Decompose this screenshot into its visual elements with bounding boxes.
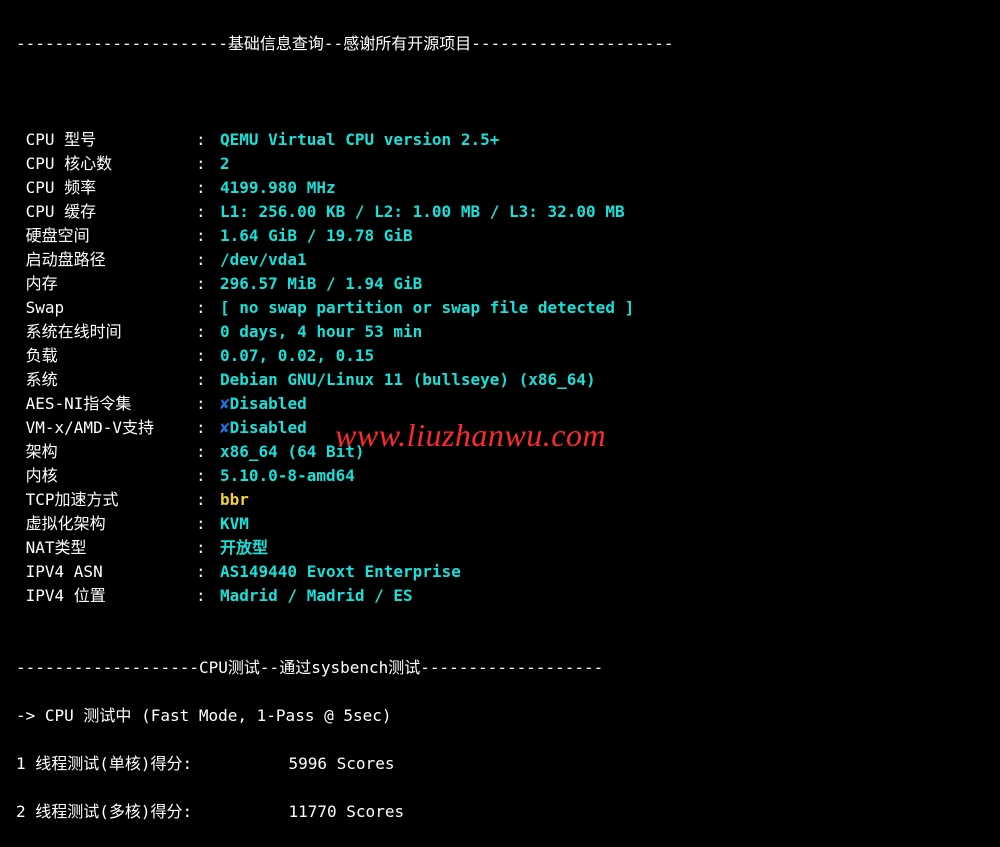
info-row: 启动盘路径: /dev/vda1 [16,248,992,272]
section-divider-cpu: -------------------CPU测试--通过sysbench测试--… [16,656,992,680]
info-row: 系统: Debian GNU/Linux 11 (bullseye) (x86_… [16,368,992,392]
info-colon: : [196,176,220,200]
info-label: CPU 频率 [16,176,196,200]
info-value: L1: 256.00 KB / L2: 1.00 MB / L3: 32.00 … [220,202,625,221]
info-colon: : [196,200,220,224]
info-row: 负载: 0.07, 0.02, 0.15 [16,344,992,368]
info-row: NAT类型: 开放型 [16,536,992,560]
info-value: AS149440 Evoxt Enterprise [220,562,461,581]
info-colon: : [196,296,220,320]
info-label: 系统 [16,368,196,392]
terminal-output: ----------------------基础信息查询--感谢所有开源项目--… [0,0,1000,847]
cpu-test-line-2: 2 线程测试(多核)得分: 11770 Scores [16,800,992,824]
info-row: 系统在线时间: 0 days, 4 hour 53 min [16,320,992,344]
info-row: 虚拟化架构: KVM [16,512,992,536]
info-value: QEMU Virtual CPU version 2.5+ [220,130,499,149]
info-row: AES-NI指令集: ✘Disabled [16,392,992,416]
info-colon: : [196,584,220,608]
info-value: x86_64 (64 Bit) [220,442,365,461]
info-row: CPU 缓存: L1: 256.00 KB / L2: 1.00 MB / L3… [16,200,992,224]
info-row: IPV4 位置: Madrid / Madrid / ES [16,584,992,608]
info-value: [ no swap partition or swap file detecte… [220,298,634,317]
info-colon: : [196,320,220,344]
info-value: Debian GNU/Linux 11 (bullseye) (x86_64) [220,370,596,389]
info-row: IPV4 ASN: AS149440 Evoxt Enterprise [16,560,992,584]
info-value: Disabled [230,394,307,413]
info-label: IPV4 位置 [16,584,196,608]
info-colon: : [196,152,220,176]
info-row: CPU 核心数: 2 [16,152,992,176]
info-label: 启动盘路径 [16,248,196,272]
cpu-test-header: -> CPU 测试中 (Fast Mode, 1-Pass @ 5sec) [16,704,992,728]
info-row: Swap: [ no swap partition or swap file d… [16,296,992,320]
info-value: 2 [220,154,230,173]
info-row: 内存: 296.57 MiB / 1.94 GiB [16,272,992,296]
info-colon: : [196,128,220,152]
info-label: 虚拟化架构 [16,512,196,536]
info-value: 0 days, 4 hour 53 min [220,322,422,341]
info-colon: : [196,488,220,512]
info-colon: : [196,536,220,560]
info-label: IPV4 ASN [16,560,196,584]
info-colon: : [196,512,220,536]
info-row: VM-x/AMD-V支持: ✘Disabled [16,416,992,440]
info-colon: : [196,272,220,296]
info-colon: : [196,248,220,272]
info-value: 5.10.0-8-amd64 [220,466,355,485]
info-label: 内存 [16,272,196,296]
info-colon: : [196,392,220,416]
info-value: Madrid / Madrid / ES [220,586,413,605]
info-value: 4199.980 MHz [220,178,336,197]
section-divider-basic: ----------------------基础信息查询--感谢所有开源项目--… [16,32,992,56]
cross-icon: ✘ [220,394,230,413]
info-label: CPU 型号 [16,128,196,152]
info-label: TCP加速方式 [16,488,196,512]
info-label: Swap [16,296,196,320]
cpu-test-line-1: 1 线程测试(单核)得分: 5996 Scores [16,752,992,776]
info-colon: : [196,344,220,368]
info-value: 0.07, 0.02, 0.15 [220,346,374,365]
info-label: 架构 [16,440,196,464]
info-label: VM-x/AMD-V支持 [16,416,196,440]
info-value: 296.57 MiB / 1.94 GiB [220,274,422,293]
info-label: NAT类型 [16,536,196,560]
info-row: 架构: x86_64 (64 Bit) [16,440,992,464]
info-label: AES-NI指令集 [16,392,196,416]
info-value: KVM [220,514,249,533]
info-value: Disabled [230,418,307,437]
info-value: bbr [220,490,249,509]
info-colon: : [196,440,220,464]
info-label: 负载 [16,344,196,368]
info-row: 内核: 5.10.0-8-amd64 [16,464,992,488]
info-row: CPU 型号: QEMU Virtual CPU version 2.5+ [16,128,992,152]
info-row: 硬盘空间: 1.64 GiB / 19.78 GiB [16,224,992,248]
info-colon: : [196,224,220,248]
info-value: /dev/vda1 [220,250,307,269]
info-colon: : [196,368,220,392]
info-label: CPU 核心数 [16,152,196,176]
info-label: 硬盘空间 [16,224,196,248]
cross-icon: ✘ [220,418,230,437]
info-label: 系统在线时间 [16,320,196,344]
info-colon: : [196,464,220,488]
info-value: 开放型 [220,538,268,557]
info-colon: : [196,560,220,584]
info-label: 内核 [16,464,196,488]
info-label: CPU 缓存 [16,200,196,224]
info-row: TCP加速方式: bbr [16,488,992,512]
info-row: CPU 频率: 4199.980 MHz [16,176,992,200]
info-value: 1.64 GiB / 19.78 GiB [220,226,413,245]
info-colon: : [196,416,220,440]
